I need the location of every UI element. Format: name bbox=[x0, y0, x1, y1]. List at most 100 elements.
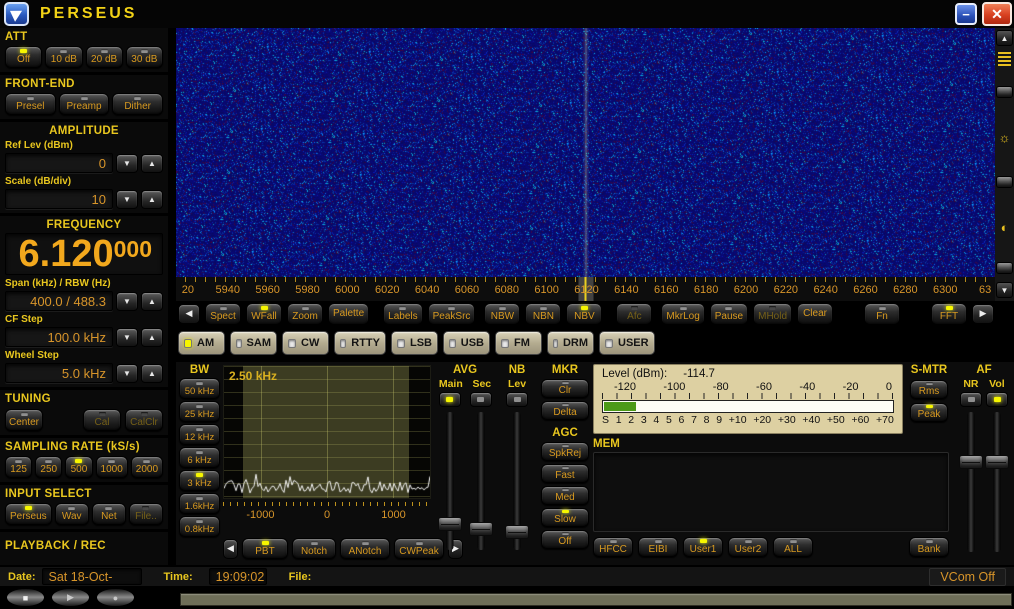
record-button[interactable]: ● bbox=[96, 588, 135, 607]
nr-toggle[interactable] bbox=[960, 392, 982, 407]
demod-user-button[interactable]: USER bbox=[599, 331, 655, 355]
demod-sam-button[interactable]: SAM bbox=[230, 331, 277, 355]
scale-up-button[interactable]: ▲ bbox=[141, 190, 163, 209]
slider-thumb[interactable] bbox=[505, 525, 529, 539]
preamp-button[interactable]: Preamp bbox=[59, 93, 110, 115]
fft-button[interactable]: FFT bbox=[931, 303, 967, 325]
nbv-button[interactable]: NBV bbox=[566, 303, 602, 325]
dither-button[interactable]: Dither bbox=[112, 93, 163, 115]
demod-usb-button[interactable]: USB bbox=[443, 331, 490, 355]
avg-main-toggle[interactable] bbox=[439, 392, 461, 407]
slider-thumb[interactable] bbox=[959, 455, 983, 469]
mkr-delta-button[interactable]: Delta bbox=[541, 401, 589, 420]
wheel-step-down-button[interactable]: ▼ bbox=[116, 364, 138, 383]
mkr-clr-button[interactable]: Clr bbox=[541, 379, 589, 398]
cal-button[interactable]: Cal bbox=[83, 409, 121, 431]
att-10db-button[interactable]: 10 dB bbox=[45, 46, 82, 68]
mkrlog-button[interactable]: MkrLog bbox=[661, 303, 704, 325]
att-off-button[interactable]: Off bbox=[5, 46, 42, 68]
labels-button[interactable]: Labels bbox=[383, 303, 422, 325]
input-file-button[interactable]: File.. bbox=[129, 503, 163, 525]
recording-progress-bar[interactable] bbox=[180, 593, 1012, 606]
scroll-up-button[interactable]: ▲ bbox=[996, 30, 1013, 46]
cf-step-up-button[interactable]: ▲ bbox=[141, 328, 163, 347]
demod-cw-button[interactable]: CW bbox=[282, 331, 329, 355]
anotch-button[interactable]: ANotch bbox=[340, 538, 390, 559]
span-down-button[interactable]: ▼ bbox=[116, 292, 138, 311]
brightness-slider-thumb[interactable] bbox=[996, 176, 1013, 188]
input-wav-button[interactable]: Wav bbox=[55, 503, 89, 525]
calclr-button[interactable]: CalClr bbox=[125, 409, 163, 431]
demod-rtty-button[interactable]: RTTY bbox=[334, 331, 386, 355]
spect-button[interactable]: Spect bbox=[205, 303, 241, 325]
agc-fast-button[interactable]: Fast bbox=[541, 464, 589, 483]
memory-list[interactable] bbox=[593, 452, 949, 532]
vol-toggle[interactable] bbox=[986, 392, 1008, 407]
rate-2000-button[interactable]: 2000 bbox=[131, 456, 163, 478]
bw-1-6khz-button[interactable]: 1.6kHz bbox=[179, 493, 220, 514]
agc-off-button[interactable]: Off bbox=[541, 530, 589, 549]
scale-down-button[interactable]: ▼ bbox=[116, 190, 138, 209]
bw-0-8khz-button[interactable]: 0.8kHz bbox=[179, 516, 220, 537]
span-up-button[interactable]: ▲ bbox=[141, 292, 163, 311]
mem-user1-button[interactable]: User1 bbox=[683, 537, 723, 557]
nb-toggle[interactable] bbox=[506, 392, 528, 407]
fn-button[interactable]: Fn bbox=[864, 303, 900, 325]
play-button[interactable]: ▶ bbox=[51, 588, 90, 607]
bw-12khz-button[interactable]: 12 kHz bbox=[179, 424, 220, 445]
input-perseus-button[interactable]: Perseus bbox=[5, 503, 52, 525]
mem-all-button[interactable]: ALL bbox=[773, 537, 813, 557]
volume-slider[interactable] bbox=[985, 412, 1009, 552]
demod-lsb-button[interactable]: LSB bbox=[391, 331, 438, 355]
scroll-down-button[interactable]: ▼ bbox=[996, 282, 1013, 298]
avg-sec-toggle[interactable] bbox=[470, 392, 492, 407]
center-button[interactable]: Center bbox=[5, 409, 43, 431]
demod-fm-button[interactable]: FM bbox=[495, 331, 542, 355]
waterfall-display[interactable] bbox=[176, 28, 995, 277]
bw-50khz-button[interactable]: 50 kHz bbox=[179, 378, 220, 399]
rate-1000-button[interactable]: 1000 bbox=[96, 456, 128, 478]
close-button[interactable]: ✕ bbox=[982, 2, 1012, 26]
wheel-step-up-button[interactable]: ▲ bbox=[141, 364, 163, 383]
pbt-button[interactable]: PBT bbox=[242, 538, 288, 559]
slider-thumb[interactable] bbox=[469, 522, 493, 536]
pause-button[interactable]: Pause bbox=[710, 303, 748, 325]
mem-eibi-button[interactable]: EIBI bbox=[638, 537, 678, 557]
presel-button[interactable]: Presel bbox=[5, 93, 56, 115]
nb-level-slider[interactable] bbox=[505, 412, 529, 550]
avg-main-slider[interactable] bbox=[438, 412, 462, 550]
filter-left-arrow-button[interactable]: ◀ bbox=[223, 539, 238, 559]
app-logo-icon[interactable] bbox=[4, 2, 29, 26]
bw-25khz-button[interactable]: 25 kHz bbox=[179, 401, 220, 422]
contrast-slider-thumb[interactable] bbox=[996, 262, 1013, 274]
smtr-rms-button[interactable]: Rms bbox=[910, 380, 948, 399]
wfall-button[interactable]: WFall bbox=[246, 303, 282, 325]
demod-am-button[interactable]: AM bbox=[178, 331, 225, 355]
frequency-sub-digits[interactable]: 000 bbox=[114, 236, 152, 262]
ref-lev-down-button[interactable]: ▼ bbox=[116, 154, 138, 173]
nbw-button[interactable]: NBW bbox=[484, 303, 520, 325]
att-30db-button[interactable]: 30 dB bbox=[126, 46, 163, 68]
att-20db-button[interactable]: 20 dB bbox=[86, 46, 123, 68]
avg-sec-slider[interactable] bbox=[469, 412, 493, 550]
frequency-display[interactable]: 6.120 000 bbox=[5, 233, 163, 275]
filter-spectrum-plot[interactable]: 2.50 kHz bbox=[223, 365, 431, 499]
cf-step-down-button[interactable]: ▼ bbox=[116, 328, 138, 347]
peaksrc-button[interactable]: PeakSrc bbox=[428, 303, 476, 325]
smtr-peak-button[interactable]: Peak bbox=[910, 403, 948, 422]
input-net-button[interactable]: Net bbox=[92, 503, 126, 525]
zoom-button[interactable]: Zoom bbox=[287, 303, 323, 325]
rate-250-button[interactable]: 250 bbox=[35, 456, 62, 478]
notch-button[interactable]: Notch bbox=[292, 538, 336, 559]
agc-med-button[interactable]: Med bbox=[541, 486, 589, 505]
frequency-main-digits[interactable]: 6.120 bbox=[19, 234, 114, 274]
toolbar-right-arrow-button[interactable]: ▶ bbox=[972, 304, 994, 324]
demod-drm-button[interactable]: DRM bbox=[547, 331, 594, 355]
speed-slider-thumb[interactable] bbox=[996, 86, 1013, 98]
toolbar-left-arrow-button[interactable]: ◀ bbox=[178, 304, 200, 324]
nr-slider[interactable] bbox=[959, 412, 983, 552]
agc-spkrej-button[interactable]: SpkRej bbox=[541, 442, 589, 461]
nbn-button[interactable]: NBN bbox=[525, 303, 561, 325]
slider-thumb[interactable] bbox=[985, 455, 1009, 469]
mem-hfcc-button[interactable]: HFCC bbox=[593, 537, 633, 557]
